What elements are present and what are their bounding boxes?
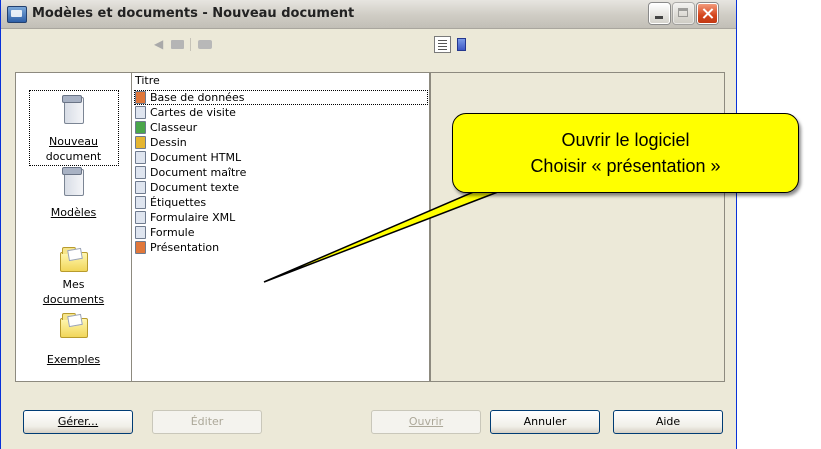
- print-icon[interactable]: [198, 40, 212, 49]
- window-title: Modèles et documents - Nouveau document: [32, 6, 355, 21]
- file-type-icon: [135, 136, 146, 149]
- file-type-icon: [135, 151, 146, 164]
- sidebar-label-line2: document: [45, 150, 102, 163]
- list-item-label: Document HTML: [150, 151, 242, 164]
- back-arrow-icon[interactable]: ◀: [154, 38, 166, 50]
- edit-button[interactable]: Éditer: [152, 410, 262, 434]
- list-item-label: Cartes de visite: [150, 106, 236, 119]
- new-document-icon: [59, 93, 89, 125]
- list-item[interactable]: Cartes de visite: [135, 105, 429, 120]
- toolbar-separator: [190, 38, 191, 51]
- list-item[interactable]: Document texte: [135, 180, 429, 195]
- annotation-callout: Ouvrir le logiciel Choisir « présentatio…: [452, 113, 799, 193]
- open-button[interactable]: Ouvrir: [371, 410, 481, 434]
- close-button[interactable]: [697, 3, 718, 24]
- sidebar-label-line1: Mes: [62, 278, 85, 291]
- template-list-panel: Titre Base de données Cartes de visite Cla…: [132, 72, 430, 382]
- examples-folder-icon: [59, 309, 89, 341]
- file-type-icon: [135, 121, 146, 134]
- list-item[interactable]: Classeur: [135, 120, 429, 135]
- list-item-label: Présentation: [150, 241, 220, 254]
- title-bar[interactable]: Modèles et documents - Nouveau document: [1, 0, 736, 29]
- sidebar-item-modeles[interactable]: Modèles: [16, 165, 131, 225]
- help-button-label: Aide: [655, 415, 681, 428]
- sidebar-item-label: Modèles: [16, 205, 131, 220]
- document-preview-icon[interactable]: [457, 38, 466, 51]
- list-item-label: Formulaire XML: [150, 211, 236, 224]
- open-button-label: Ouvrir: [408, 415, 444, 428]
- list-item[interactable]: Document maître: [135, 165, 429, 180]
- edit-button-label: Éditer: [190, 415, 224, 428]
- file-type-icon: [135, 196, 146, 209]
- list-item[interactable]: Document HTML: [135, 150, 429, 165]
- file-type-icon: [135, 166, 146, 179]
- app-icon: [7, 6, 27, 23]
- list-item-label: Document texte: [150, 181, 239, 194]
- sidebar-item-nouveau-document[interactable]: Nouveau document: [16, 90, 131, 173]
- file-type-icon: [135, 241, 146, 254]
- folder-up-icon[interactable]: [171, 40, 184, 49]
- file-type-icon: [135, 211, 146, 224]
- file-type-icon: [135, 181, 146, 194]
- sidebar-item-mes-documents[interactable]: Mes documents: [16, 243, 131, 313]
- list-item-label: Étiquettes: [150, 196, 207, 209]
- list-item[interactable]: Dessin: [135, 135, 429, 150]
- list-item-label: Document maître: [150, 166, 247, 179]
- list-item-label: Classeur: [150, 121, 198, 134]
- callout-line1: Ouvrir le logiciel: [561, 130, 690, 150]
- list-item[interactable]: Base de données: [134, 90, 429, 105]
- callout-line2: Choisir « présentation »: [530, 156, 721, 176]
- sidebar-label-line1: Nouveau: [49, 135, 98, 148]
- manage-button[interactable]: Gérer...: [23, 410, 133, 434]
- sidebar-item-exemples[interactable]: Exemples: [16, 309, 131, 369]
- list-item[interactable]: Présentation: [135, 240, 429, 255]
- list-item[interactable]: Étiquettes: [135, 195, 429, 210]
- sidebar-label-line1: Exemples: [46, 353, 101, 366]
- templates-icon: [59, 165, 89, 197]
- sidebar-item-label: Exemples: [16, 352, 131, 367]
- help-button[interactable]: Aide: [613, 410, 723, 434]
- maximize-button[interactable]: [673, 3, 694, 24]
- column-header-titre[interactable]: Titre: [133, 74, 429, 88]
- file-type-icon: [135, 106, 146, 119]
- list-item[interactable]: Formulaire XML: [135, 210, 429, 225]
- cancel-button-label: Annuler: [523, 415, 567, 428]
- selection-focus-box: [134, 90, 428, 105]
- cancel-button[interactable]: Annuler: [490, 410, 600, 434]
- list-item-label: Formule: [150, 226, 195, 239]
- list-item[interactable]: Formule: [135, 225, 429, 240]
- sidebar-label-line1: Modèles: [50, 206, 97, 219]
- dialog-window: Modèles et documents - Nouveau document …: [0, 0, 737, 449]
- manage-button-label: Gérer...: [57, 415, 99, 428]
- list-view-icon[interactable]: [434, 36, 451, 53]
- my-documents-folder-icon: [59, 243, 89, 275]
- minimize-button[interactable]: [649, 3, 670, 24]
- list-item-label: Dessin: [150, 136, 187, 149]
- category-sidebar: Nouveau document Modèles Mes documents E…: [15, 72, 132, 382]
- sidebar-label-line2: documents: [42, 293, 105, 306]
- sidebar-item-label: Mes documents: [16, 277, 131, 307]
- template-list: Base de données Cartes de visite Classeur D…: [134, 90, 429, 255]
- sidebar-item-label: Nouveau document: [16, 134, 131, 164]
- file-type-icon: [135, 226, 146, 239]
